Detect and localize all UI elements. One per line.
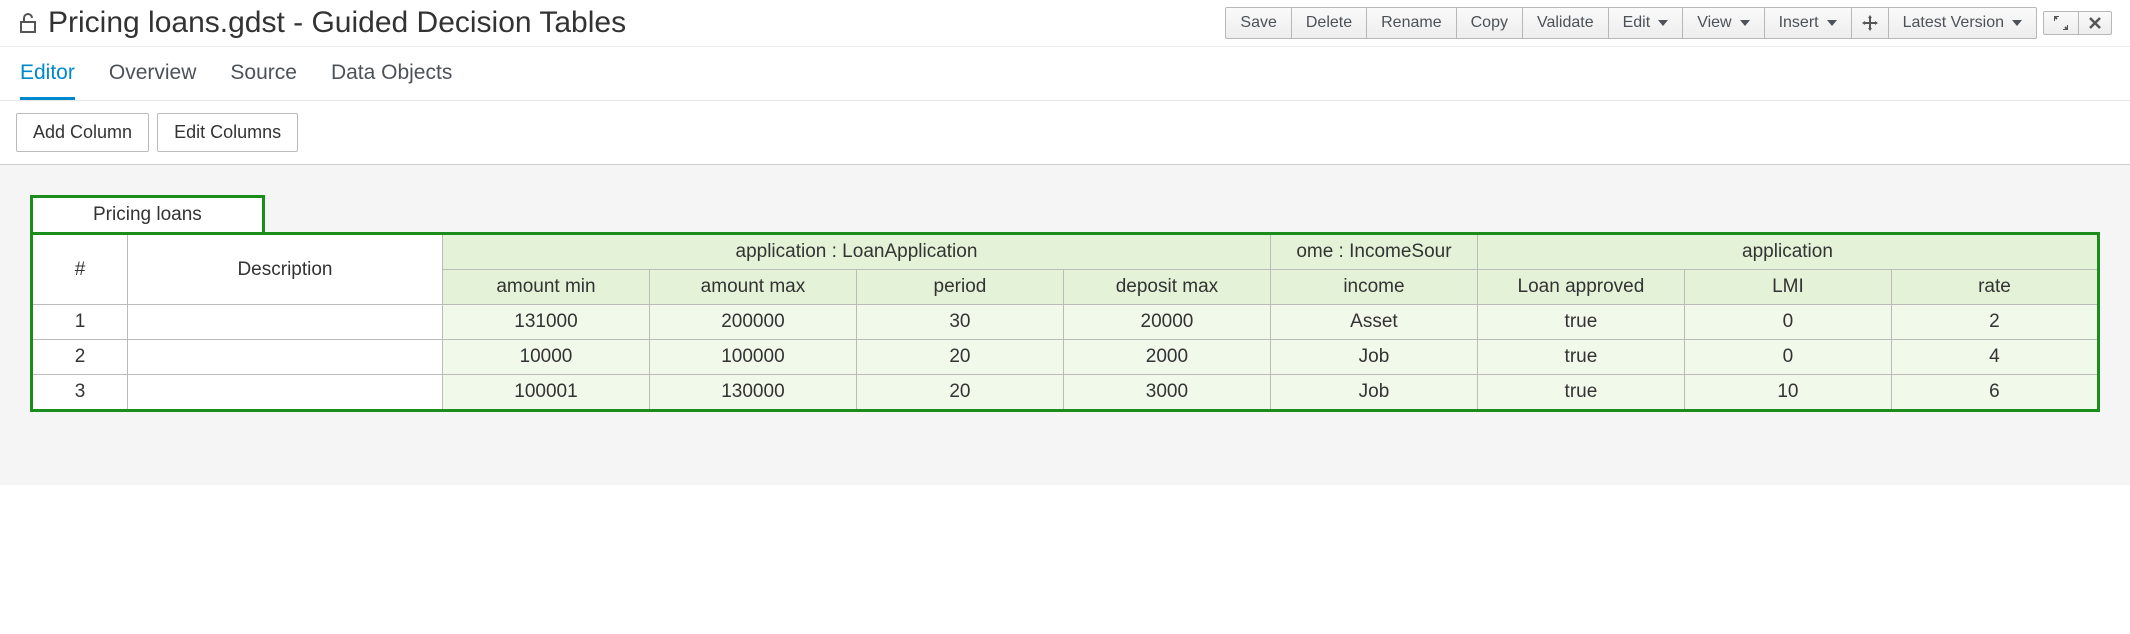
group-header-income-source[interactable]: ome : IncomeSour bbox=[1270, 234, 1477, 270]
cell[interactable]: true bbox=[1477, 340, 1684, 375]
tabs: Editor Overview Source Data Objects bbox=[0, 47, 2130, 101]
cell[interactable]: 3000 bbox=[1063, 375, 1270, 411]
rename-button[interactable]: Rename bbox=[1367, 7, 1456, 39]
expand-button[interactable] bbox=[2043, 11, 2079, 35]
cell[interactable]: 20 bbox=[856, 375, 1063, 411]
row-number[interactable]: 2 bbox=[32, 340, 128, 375]
cell[interactable]: 10000 bbox=[442, 340, 649, 375]
toolbar-main-group: Save Delete Rename Copy Validate Edit Vi… bbox=[1225, 7, 2037, 39]
cell[interactable]: 20 bbox=[856, 340, 1063, 375]
header-bar: Pricing loans.gdst - Guided Decision Tab… bbox=[0, 0, 2130, 47]
move-button[interactable] bbox=[1852, 7, 1889, 39]
cell[interactable]: 6 bbox=[1891, 375, 2098, 411]
cell[interactable]: 0 bbox=[1684, 340, 1891, 375]
edit-label: Edit bbox=[1623, 12, 1651, 34]
col-amount-max[interactable]: amount max bbox=[649, 270, 856, 305]
toolbar-window-group bbox=[2043, 11, 2112, 35]
cell[interactable]: true bbox=[1477, 375, 1684, 411]
cell[interactable]: Job bbox=[1270, 340, 1477, 375]
edit-menu-button[interactable]: Edit bbox=[1609, 7, 1684, 39]
cell[interactable]: 131000 bbox=[442, 305, 649, 340]
tab-overview[interactable]: Overview bbox=[109, 61, 197, 100]
cell[interactable]: 20000 bbox=[1063, 305, 1270, 340]
save-button[interactable]: Save bbox=[1225, 7, 1291, 39]
cell[interactable]: 30 bbox=[856, 305, 1063, 340]
table-row[interactable]: 3 100001 130000 20 3000 Job true 10 6 bbox=[32, 375, 2099, 411]
cell[interactable]: 100000 bbox=[649, 340, 856, 375]
row-number[interactable]: 1 bbox=[32, 305, 128, 340]
col-deposit-max[interactable]: deposit max bbox=[1063, 270, 1270, 305]
row-number[interactable]: 3 bbox=[32, 375, 128, 411]
chevron-down-icon bbox=[1658, 20, 1668, 26]
chevron-down-icon bbox=[1740, 20, 1750, 26]
cell[interactable]: 0 bbox=[1684, 305, 1891, 340]
col-rate[interactable]: rate bbox=[1891, 270, 2098, 305]
col-lmi[interactable]: LMI bbox=[1684, 270, 1891, 305]
page-title: Pricing loans.gdst - Guided Decision Tab… bbox=[48, 6, 626, 40]
decision-table[interactable]: # Description application : LoanApplicat… bbox=[30, 232, 2100, 412]
expand-icon bbox=[2054, 16, 2068, 30]
chevron-down-icon bbox=[1827, 20, 1837, 26]
cell[interactable]: 2000 bbox=[1063, 340, 1270, 375]
edit-columns-button[interactable]: Edit Columns bbox=[157, 113, 298, 152]
decision-table-wrap: Pricing loans # Description application … bbox=[30, 195, 2100, 412]
cell[interactable]: 2 bbox=[1891, 305, 2098, 340]
version-menu-button[interactable]: Latest Version bbox=[1889, 7, 2037, 39]
row-description[interactable] bbox=[127, 340, 442, 375]
tab-data-objects[interactable]: Data Objects bbox=[331, 61, 452, 100]
tab-source[interactable]: Source bbox=[230, 61, 297, 100]
cell[interactable]: Asset bbox=[1270, 305, 1477, 340]
cell[interactable]: 100001 bbox=[442, 375, 649, 411]
title-wrap: Pricing loans.gdst - Guided Decision Tab… bbox=[18, 6, 626, 40]
table-row[interactable]: 1 131000 200000 30 20000 Asset true 0 2 bbox=[32, 305, 2099, 340]
tab-editor[interactable]: Editor bbox=[20, 61, 75, 100]
close-icon bbox=[2089, 17, 2101, 29]
validate-button[interactable]: Validate bbox=[1523, 7, 1609, 39]
row-description[interactable] bbox=[127, 375, 442, 411]
version-label: Latest Version bbox=[1903, 12, 2004, 34]
workspace: Pricing loans # Description application … bbox=[0, 165, 2130, 485]
cell[interactable]: true bbox=[1477, 305, 1684, 340]
group-header-application-action[interactable]: application bbox=[1477, 234, 2098, 270]
col-loan-approved[interactable]: Loan approved bbox=[1477, 270, 1684, 305]
move-icon bbox=[1862, 15, 1878, 31]
col-income[interactable]: income bbox=[1270, 270, 1477, 305]
cell[interactable]: Job bbox=[1270, 375, 1477, 411]
group-header-application[interactable]: application : LoanApplication bbox=[442, 234, 1270, 270]
col-amount-min[interactable]: amount min bbox=[442, 270, 649, 305]
close-button[interactable] bbox=[2079, 11, 2112, 35]
col-period[interactable]: period bbox=[856, 270, 1063, 305]
insert-menu-button[interactable]: Insert bbox=[1765, 7, 1852, 39]
cell[interactable]: 4 bbox=[1891, 340, 2098, 375]
description-header[interactable]: Description bbox=[127, 234, 442, 305]
chevron-down-icon bbox=[2012, 20, 2022, 26]
toolbar: Save Delete Rename Copy Validate Edit Vi… bbox=[1225, 7, 2112, 39]
table-label[interactable]: Pricing loans bbox=[30, 195, 265, 232]
cell[interactable]: 10 bbox=[1684, 375, 1891, 411]
insert-label: Insert bbox=[1779, 12, 1819, 34]
view-menu-button[interactable]: View bbox=[1683, 7, 1764, 39]
delete-button[interactable]: Delete bbox=[1292, 7, 1367, 39]
unlock-icon bbox=[18, 12, 38, 34]
row-description[interactable] bbox=[127, 305, 442, 340]
sub-toolbar: Add Column Edit Columns bbox=[0, 101, 2130, 165]
hash-header[interactable]: # bbox=[32, 234, 128, 305]
copy-button[interactable]: Copy bbox=[1457, 7, 1523, 39]
table-row[interactable]: 2 10000 100000 20 2000 Job true 0 4 bbox=[32, 340, 2099, 375]
cell[interactable]: 200000 bbox=[649, 305, 856, 340]
cell[interactable]: 130000 bbox=[649, 375, 856, 411]
view-label: View bbox=[1697, 12, 1731, 34]
add-column-button[interactable]: Add Column bbox=[16, 113, 149, 152]
